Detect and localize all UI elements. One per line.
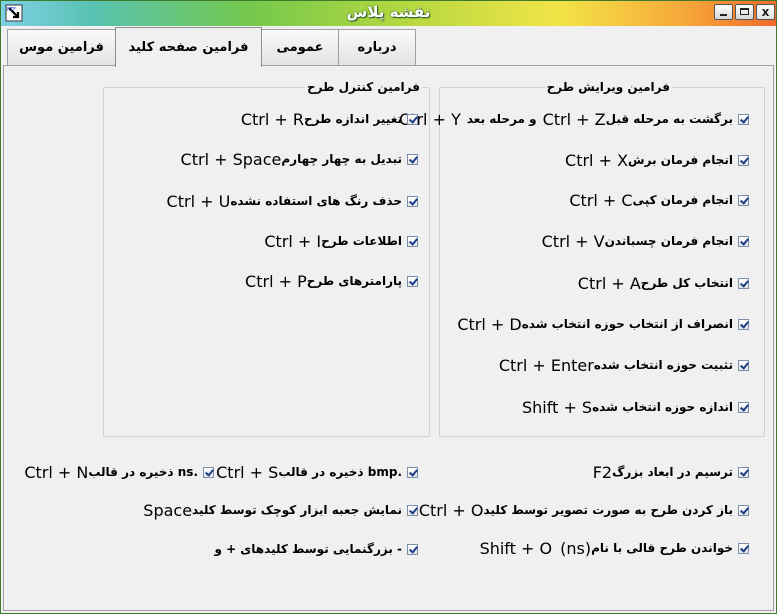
four-quarters-item[interactable]: تبدیل به چهار چهارم Ctrl + Space: [175, 149, 418, 169]
select-all-checkbox[interactable]: [738, 277, 749, 289]
zoom-keys-label: بزرگنمایی توسط کلیدهای + و -: [214, 542, 402, 556]
read-ns-checkbox[interactable]: [738, 542, 749, 554]
close-icon: x: [761, 5, 770, 19]
small-toolbox-shortcut: Space: [143, 500, 193, 520]
draw-large-item[interactable]: ترسیم در ابعاد بزرگ F2: [587, 462, 749, 482]
remove-unused-colors-label: حذف رنگ های استفاده نشده: [230, 194, 402, 208]
small-toolbox-label: نمایش جعبه ابزار کوچک توسط کلید: [192, 503, 402, 517]
edit-commands-group: [439, 87, 765, 437]
four-quarters-label: تبدیل به چهار چهارم: [281, 152, 402, 166]
cut-shortcut: Ctrl + X: [565, 150, 629, 170]
redo-label: و مرحله بعد: [466, 112, 537, 126]
copy-item[interactable]: انجام فرمان کپی Ctrl + C: [563, 190, 749, 210]
paste-shortcut: Ctrl + V: [541, 231, 605, 251]
remove-unused-colors-item[interactable]: حذف رنگ های استفاده نشده Ctrl + U: [161, 191, 418, 211]
zoom-keys-item[interactable]: بزرگنمایی توسط کلیدهای + و -: [214, 539, 418, 559]
design-info-item[interactable]: اطلاعات طرح Ctrl + I: [258, 231, 418, 251]
window-title: نقشه پلاس: [346, 3, 431, 21]
save-bmp-label: ذخیره در قالب bmp.: [278, 465, 402, 479]
edit-group-title: فرامین ویرایش طرح: [544, 80, 672, 94]
cut-checkbox[interactable]: [738, 154, 749, 166]
design-info-checkbox[interactable]: [407, 235, 418, 247]
save-ns-item[interactable]: ذخیره در قالب ns. Ctrl + N: [18, 462, 214, 482]
minimize-button[interactable]: [714, 4, 733, 20]
tab-general[interactable]: عمومی: [261, 29, 339, 65]
control-commands-group: [103, 87, 430, 437]
fix-selection-checkbox[interactable]: [738, 359, 749, 371]
open-as-image-shortcut: Ctrl + O: [418, 500, 484, 520]
save-bmp-item[interactable]: ذخیره در قالب bmp. Ctrl + S: [210, 462, 418, 482]
read-ns-item[interactable]: خواندن طرح قالی با نام (ns) Shift + O: [470, 538, 749, 558]
draw-large-label: ترسیم در ابعاد بزرگ: [612, 465, 733, 479]
resize-item[interactable]: تغییر اندازه طرح Ctrl + R: [235, 109, 418, 129]
main-window: RTF نقشه پلاس x فرامین موس فرامین صفحه ک…: [0, 0, 777, 614]
four-quarters-checkbox[interactable]: [407, 153, 418, 165]
tab-mouse[interactable]: فرامین موس: [7, 29, 116, 65]
save-bmp-shortcut: Ctrl + S: [216, 462, 279, 482]
read-ns-extension: (ns): [560, 538, 592, 558]
cut-item[interactable]: انجام فرمان برش Ctrl + X: [559, 150, 749, 170]
selection-size-label: اندازه حوزه انتخاب شده: [592, 400, 733, 414]
remove-unused-colors-checkbox[interactable]: [407, 195, 418, 207]
select-all-label: انتخاب کل طرح: [640, 276, 733, 290]
read-ns-label: خواندن طرح قالی با نام: [591, 541, 733, 555]
design-params-item[interactable]: پارامترهای طرح Ctrl + P: [239, 271, 418, 291]
control-group-title: فرامین کنترل طرح: [305, 80, 422, 94]
undo-redo-checkbox[interactable]: [738, 113, 749, 125]
four-quarters-shortcut: Ctrl + Space: [180, 149, 282, 169]
open-as-image-label: باز کردن طرح به صورت تصویر توسط کلید: [483, 503, 733, 517]
design-params-shortcut: Ctrl + P: [245, 271, 307, 291]
maximize-icon: [740, 8, 749, 15]
copy-shortcut: Ctrl + C: [569, 190, 633, 210]
undo-shortcut: Ctrl + Z: [542, 109, 606, 129]
selection-size-item[interactable]: اندازه حوزه انتخاب شده Shift + S: [516, 397, 749, 417]
remove-unused-colors-shortcut: Ctrl + U: [166, 191, 231, 211]
undo-redo-item[interactable]: برگشت به مرحله قبل Ctrl + Z و مرحله بعد …: [393, 109, 749, 129]
selection-size-checkbox[interactable]: [738, 401, 749, 413]
save-ns-checkbox[interactable]: [203, 466, 214, 478]
zoom-keys-checkbox[interactable]: [407, 543, 418, 555]
deselect-label: انصراف از انتخاب حوزه انتخاب شده: [521, 317, 733, 331]
title-bar[interactable]: RTF نقشه پلاس x: [1, 1, 776, 26]
selection-size-shortcut: Shift + S: [521, 397, 593, 417]
paste-label: انجام فرمان چسباندن: [604, 234, 733, 248]
read-ns-shortcut: Shift + O: [479, 538, 553, 558]
undo-label: برگشت به مرحله قبل: [605, 112, 733, 126]
tab-keyboard[interactable]: فرامین صفحه کلید: [115, 27, 262, 67]
select-all-shortcut: Ctrl + A: [577, 273, 641, 293]
cut-label: انجام فرمان برش: [628, 153, 733, 167]
open-as-image-item[interactable]: باز کردن طرح به صورت تصویر توسط کلید Ctr…: [413, 500, 749, 520]
deselect-shortcut: Ctrl + D: [457, 314, 522, 334]
draw-large-shortcut: F2: [592, 462, 613, 482]
open-as-image-checkbox[interactable]: [738, 504, 749, 516]
save-ns-label: ذخیره در قالب ns.: [88, 465, 198, 479]
maximize-button[interactable]: [735, 4, 754, 20]
fix-selection-shortcut: Ctrl + Enter: [498, 355, 594, 375]
save-ns-shortcut: Ctrl + N: [24, 462, 89, 482]
deselect-checkbox[interactable]: [738, 318, 749, 330]
small-toolbox-checkbox[interactable]: [407, 504, 418, 516]
minimize-icon: [720, 14, 727, 16]
paste-checkbox[interactable]: [738, 235, 749, 247]
tab-about[interactable]: درباره: [338, 29, 416, 65]
paste-item[interactable]: انجام فرمان چسباندن Ctrl + V: [536, 231, 749, 251]
draw-large-checkbox[interactable]: [738, 466, 749, 478]
resize-label: تغییر اندازه طرح: [304, 112, 402, 126]
design-info-shortcut: Ctrl + I: [264, 231, 322, 251]
deselect-item[interactable]: انصراف از انتخاب حوزه انتخاب شده Ctrl + …: [451, 314, 749, 334]
resize-checkbox[interactable]: [407, 113, 418, 125]
copy-label: انجام فرمان کپی: [632, 193, 733, 207]
design-params-label: پارامترهای طرح: [306, 274, 402, 288]
select-all-item[interactable]: انتخاب کل طرح Ctrl + A: [572, 273, 749, 293]
small-toolbox-item[interactable]: نمایش جعبه ابزار کوچک توسط کلید Space: [137, 500, 418, 520]
fix-selection-item[interactable]: تثبیت حوزه انتخاب شده Ctrl + Enter: [493, 355, 749, 375]
save-bmp-checkbox[interactable]: [407, 466, 418, 478]
fix-selection-label: تثبیت حوزه انتخاب شده: [593, 358, 733, 372]
design-params-checkbox[interactable]: [407, 275, 418, 287]
close-button[interactable]: x: [756, 4, 775, 20]
design-info-label: اطلاعات طرح: [321, 234, 402, 248]
resize-shortcut: Ctrl + R: [240, 109, 305, 129]
copy-checkbox[interactable]: [738, 194, 749, 206]
